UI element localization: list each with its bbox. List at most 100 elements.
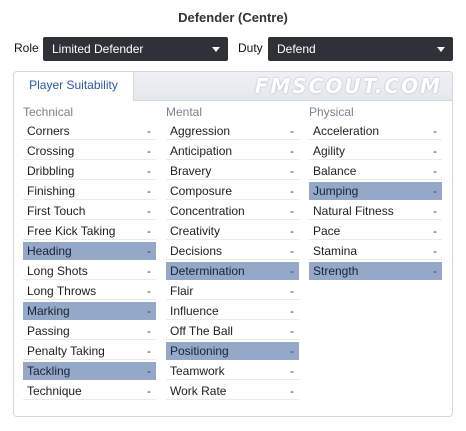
tab-player-suitability[interactable]: Player Suitability [14,72,134,101]
attribute-value: - [433,184,437,198]
duty-dropdown[interactable]: Defend [268,37,453,61]
attribute-value: - [147,284,151,298]
column-technical: Technical Corners - Crossing - Dribbling - Fin… [23,105,156,400]
attribute-name: Passing [27,324,70,338]
attribute-row[interactable]: Finishing - [23,182,156,200]
attribute-name: Free Kick Taking [27,224,116,238]
attribute-row[interactable]: Free Kick Taking - [23,222,156,240]
attribute-value: - [147,164,151,178]
attribute-name: Corners [27,124,70,138]
attribute-name: Work Rate [170,384,227,398]
attribute-row[interactable]: Strength - [309,262,442,280]
attribute-row[interactable]: Marking - [23,302,156,320]
attribute-row[interactable]: Decisions - [166,242,299,260]
column-heading: Mental [166,105,203,119]
attribute-name: Tackling [27,364,71,378]
attribute-row[interactable]: Corners - [23,122,156,140]
attribute-name: Off The Ball [170,324,233,338]
attribute-row[interactable]: Creativity - [166,222,299,240]
attribute-value: - [147,304,151,318]
page-title: Defender (Centre) [178,10,288,25]
attribute-value: - [433,264,437,278]
attribute-value: - [290,164,294,178]
attribute-row[interactable]: Natural Fitness - [309,202,442,220]
attribute-name: Acceleration [313,124,380,138]
attribute-name: Flair [170,284,194,298]
attribute-row[interactable]: Stamina - [309,242,442,260]
attribute-row[interactable]: Acceleration - [309,122,442,140]
attribute-name: Teamwork [170,364,225,378]
attribute-name: Strength [313,264,359,278]
attribute-row[interactable]: Jumping - [309,182,442,200]
column-physical: Physical Acceleration - Agility - Balance - Ju… [309,105,442,280]
attribute-value: - [290,224,294,238]
attribute-name: Marking [27,304,70,318]
attribute-name: Creativity [170,224,221,238]
attribute-value: - [147,264,151,278]
attribute-row[interactable]: Off The Ball - [166,322,299,340]
attribute-name: Positioning [170,344,229,358]
attribute-row[interactable]: Technique - [23,382,156,400]
attribute-value: - [433,164,437,178]
attribute-row[interactable]: Pace - [309,222,442,240]
attribute-value: - [433,224,437,238]
attribute-value: - [147,244,151,258]
attribute-value: - [147,124,151,138]
attribute-name: Long Throws [27,284,97,298]
attribute-name: Technique [27,384,82,398]
attribute-value: - [290,184,294,198]
attribute-row[interactable]: Heading - [23,242,156,260]
attribute-name: Crossing [27,144,75,158]
attribute-row[interactable]: Anticipation - [166,142,299,160]
attribute-row[interactable]: Crossing - [23,142,156,160]
attribute-row[interactable]: Balance - [309,162,442,180]
attribute-row[interactable]: Penalty Taking - [23,342,156,360]
attribute-value: - [147,144,151,158]
attribute-value: - [290,144,294,158]
attribute-name: Heading [27,244,72,258]
attribute-row[interactable]: First Touch - [23,202,156,220]
attribute-name: Balance [313,164,357,178]
attribute-value: - [290,124,294,138]
attribute-row[interactable]: Bravery - [166,162,299,180]
attribute-name: Bravery [170,164,212,178]
attribute-row[interactable]: Positioning - [166,342,299,360]
attribute-name: Jumping [313,184,359,198]
attribute-row[interactable]: Teamwork - [166,362,299,380]
attribute-name: Concentration [170,204,245,218]
attribute-row[interactable]: Long Shots - [23,262,156,280]
attribute-row[interactable]: Composure - [166,182,299,200]
attribute-name: First Touch [27,204,86,218]
attribute-value: - [433,144,437,158]
attribute-value: - [290,264,294,278]
attribute-value: - [147,184,151,198]
attribute-row[interactable]: Passing - [23,322,156,340]
attribute-row[interactable]: Determination - [166,262,299,280]
role-dropdown[interactable]: Limited Defender [43,37,228,61]
attribute-row[interactable]: Influence - [166,302,299,320]
attribute-row[interactable]: Work Rate - [166,382,299,400]
column-heading: Technical [23,105,74,119]
attribute-row[interactable]: Agility - [309,142,442,160]
attribute-value: - [433,124,437,138]
attribute-row[interactable]: Concentration - [166,202,299,220]
chevron-down-icon [212,47,220,52]
column-mental: Mental Aggression - Anticipation - Bravery - C… [166,105,299,400]
attribute-name: Aggression [170,124,231,138]
attribute-row[interactable]: Tackling - [23,362,156,380]
attribute-value: - [147,324,151,338]
attribute-row[interactable]: Flair - [166,282,299,300]
watermark-logo: FMSCOUT.COM [254,74,442,98]
column-heading: Physical [309,105,354,119]
attribute-row[interactable]: Dribbling - [23,162,156,180]
attribute-value: - [290,244,294,258]
attribute-value: - [147,224,151,238]
attribute-name: Composure [170,184,233,198]
attribute-value: - [290,304,294,318]
attribute-value: - [290,344,294,358]
attribute-value: - [147,204,151,218]
role-label: Role [14,41,39,55]
attribute-name: Stamina [313,244,358,258]
attribute-row[interactable]: Long Throws - [23,282,156,300]
attribute-row[interactable]: Aggression - [166,122,299,140]
